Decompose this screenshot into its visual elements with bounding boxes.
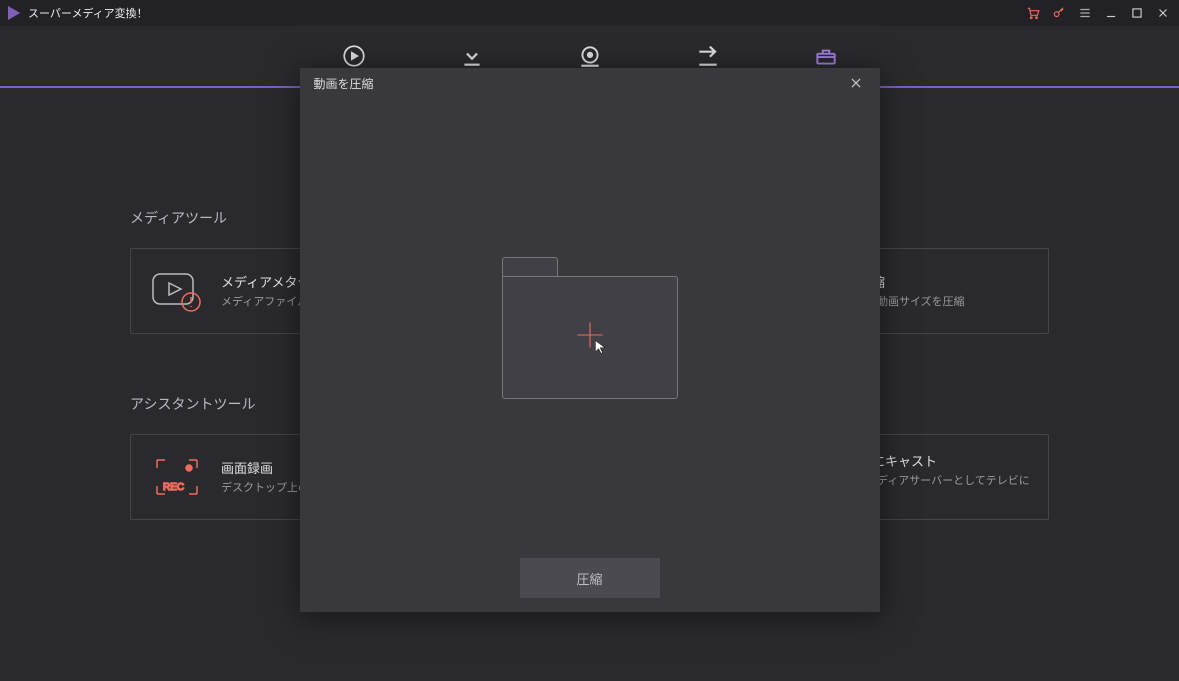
modal-title: 動画を圧縮 [314,75,374,92]
folder-tab-shape [502,257,558,277]
cursor-icon [593,339,609,360]
folder-body-shape [502,276,678,399]
add-file-dropzone[interactable] [502,257,678,399]
compress-modal: 動画を圧縮 圧縮 [300,68,880,612]
modal-body [300,98,880,558]
compress-button[interactable]: 圧縮 [520,558,660,598]
modal-backdrop: 動画を圧縮 圧縮 [0,0,1179,681]
modal-footer: 圧縮 [300,558,880,612]
modal-close-button[interactable] [846,73,866,93]
modal-header: 動画を圧縮 [300,68,880,98]
